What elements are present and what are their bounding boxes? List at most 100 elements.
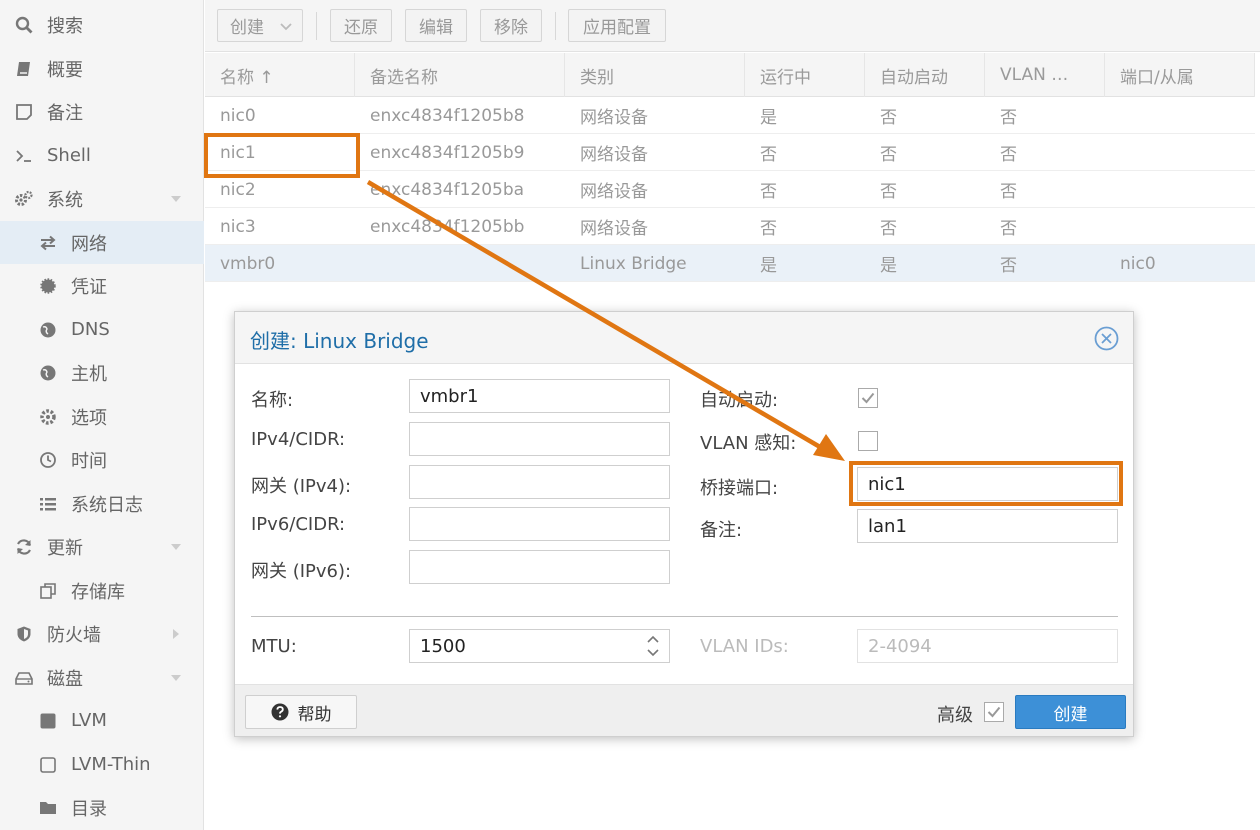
dialog-title-name: Linux Bridge bbox=[303, 329, 429, 353]
sidebar-item-certificates[interactable]: 凭证 bbox=[0, 264, 204, 307]
gears-icon bbox=[12, 189, 36, 209]
cell-ports bbox=[1105, 171, 1120, 208]
ipv6-input[interactable] bbox=[409, 507, 670, 541]
exchange-icon bbox=[36, 233, 60, 253]
create-menu-button[interactable]: 创建 bbox=[217, 9, 303, 42]
square-icon bbox=[36, 711, 60, 731]
cell-autostart: 否 bbox=[880, 145, 897, 165]
cell-ports bbox=[1105, 134, 1120, 171]
edit-button[interactable]: 编辑 bbox=[405, 9, 467, 42]
sidebar-item-label: 防火墙 bbox=[47, 624, 101, 646]
remove-button[interactable]: 移除 bbox=[480, 9, 542, 42]
sidebar-item-label: 磁盘 bbox=[47, 668, 83, 690]
create-button[interactable]: 创建 bbox=[1015, 695, 1126, 729]
name-input[interactable]: vmbr1 bbox=[409, 379, 670, 413]
vlan-aware-checkbox[interactable] bbox=[858, 431, 878, 451]
sidebar-item-summary[interactable]: 概要 bbox=[0, 47, 204, 90]
sidebar-item-label: 选项 bbox=[71, 407, 107, 429]
ipv4-input[interactable] bbox=[409, 422, 670, 456]
sidebar-item-dns[interactable]: DNS bbox=[0, 308, 204, 351]
toolbar: 创建 还原 编辑 移除 应用配置 bbox=[205, 0, 1260, 52]
vlan-ids-input[interactable]: 2-4094 bbox=[857, 629, 1118, 663]
table-row[interactable]: nic2 enxc4834f1205ba 网络设备否否否 bbox=[205, 171, 1255, 208]
table-row[interactable]: nic0 enxc4834f1205b8 网络设备 是 否 否 bbox=[205, 97, 1255, 134]
column-header-altname[interactable]: 备选名称 bbox=[355, 53, 565, 97]
column-header-autostart[interactable]: 自动启动 bbox=[865, 53, 985, 97]
note-icon bbox=[12, 102, 36, 122]
help-button[interactable]: 帮助 bbox=[245, 695, 357, 729]
sidebar-item-time[interactable]: 时间 bbox=[0, 438, 204, 481]
sidebar-item-label: LVM-Thin bbox=[71, 754, 151, 775]
sidebar-item-label: 概要 bbox=[47, 59, 83, 81]
column-header-ports[interactable]: 端口/从属 bbox=[1105, 53, 1255, 97]
chevron-down-icon bbox=[280, 23, 292, 31]
column-header-vlan[interactable]: VLAN … bbox=[985, 53, 1105, 97]
toolbar-separator bbox=[555, 12, 556, 40]
name-label: 名称: bbox=[251, 390, 294, 411]
sidebar-item-notes[interactable]: 备注 bbox=[0, 90, 204, 133]
sidebar-item-lvm-thin[interactable]: LVM-Thin bbox=[0, 743, 204, 786]
column-header-active[interactable]: 运行中 bbox=[745, 53, 865, 97]
cell-vlan: 否 bbox=[1000, 256, 1017, 276]
folder-icon bbox=[36, 798, 60, 818]
cell-name: vmbr0 bbox=[220, 253, 276, 274]
sidebar-item-directory[interactable]: 目录 bbox=[0, 786, 204, 829]
cell-vlan: 否 bbox=[1000, 182, 1017, 202]
cell-name: nic0 bbox=[220, 105, 256, 126]
column-header-type[interactable]: 类别 bbox=[565, 53, 745, 97]
cell-autostart: 否 bbox=[880, 108, 897, 128]
sidebar-item-updates[interactable]: 更新 bbox=[0, 525, 204, 568]
mtu-input[interactable]: 1500 bbox=[409, 629, 670, 663]
close-icon[interactable] bbox=[1094, 326, 1119, 351]
gateway-ipv4-label: 网关 (IPv4): bbox=[251, 476, 352, 497]
cell-type: Linux Bridge bbox=[580, 253, 687, 274]
sidebar-item-disks[interactable]: 磁盘 bbox=[0, 656, 204, 699]
sidebar-item-hosts[interactable]: 主机 bbox=[0, 351, 204, 394]
sidebar-item-shell[interactable]: Shell bbox=[0, 134, 204, 177]
cell-type: 网络设备 bbox=[580, 145, 648, 165]
help-label: 帮助 bbox=[297, 704, 332, 725]
sidebar-item-firewall[interactable]: 防火墙 bbox=[0, 612, 204, 655]
cell-type: 网络设备 bbox=[580, 219, 648, 239]
sidebar-item-syslog[interactable]: 系统日志 bbox=[0, 482, 204, 525]
grid-header: 名称 ↑ 备选名称 类别 运行中 自动启动 VLAN … 端口/从属 bbox=[205, 53, 1255, 97]
sidebar-item-system[interactable]: 系统 bbox=[0, 177, 204, 220]
gear-icon bbox=[36, 407, 60, 427]
sidebar-item-options[interactable]: 选项 bbox=[0, 395, 204, 438]
dialog-header: 创建: Linux Bridge bbox=[235, 312, 1133, 364]
advanced-checkbox[interactable] bbox=[984, 702, 1004, 722]
cell-altname: enxc4834f1205b9 bbox=[370, 142, 525, 163]
highlight-nic1-row bbox=[204, 133, 360, 178]
table-row[interactable]: vmbr0 Linux Bridge 是 是 否 nic0 bbox=[205, 245, 1255, 282]
apply-config-button[interactable]: 应用配置 bbox=[568, 9, 666, 42]
cell-type: 网络设备 bbox=[580, 108, 648, 128]
cell-autostart: 否 bbox=[880, 219, 897, 239]
sidebar-item-lvm[interactable]: LVM bbox=[0, 699, 204, 742]
highlight-bridge-ports bbox=[849, 461, 1123, 506]
spinner-arrows-icon[interactable] bbox=[647, 634, 659, 658]
vlan-ids-label: VLAN IDs: bbox=[700, 636, 789, 657]
sidebar-item-label: 目录 bbox=[71, 798, 107, 820]
cell-vlan: 否 bbox=[1000, 145, 1017, 165]
table-row[interactable]: nic1 enxc4834f1205b9 网络设备否否否 bbox=[205, 134, 1255, 171]
gateway-ipv6-input[interactable] bbox=[409, 550, 670, 584]
autostart-checkbox[interactable] bbox=[858, 388, 878, 408]
sidebar-item-label: Shell bbox=[47, 145, 91, 166]
column-header-name[interactable]: 名称 ↑ bbox=[205, 53, 355, 97]
cell-active: 是 bbox=[760, 256, 777, 276]
mtu-value: 1500 bbox=[420, 635, 466, 657]
cell-ports: nic0 bbox=[1120, 253, 1156, 274]
table-row[interactable]: nic3 enxc4834f1205bb 网络设备 否 否 否 bbox=[205, 208, 1255, 245]
caret-right-icon bbox=[173, 629, 179, 639]
gateway-ipv4-input[interactable] bbox=[409, 465, 670, 499]
comment-input[interactable]: lan1 bbox=[857, 509, 1118, 543]
sidebar-item-search[interactable]: 搜索 bbox=[0, 3, 204, 46]
comment-label: 备注: bbox=[700, 520, 743, 541]
copy-icon bbox=[36, 581, 60, 601]
cell-altname: enxc4834f1205ba bbox=[370, 179, 525, 200]
sidebar-item-network[interactable]: 网络 bbox=[0, 221, 204, 264]
sidebar-item-label: 搜索 bbox=[47, 15, 83, 37]
sidebar-item-repositories[interactable]: 存储库 bbox=[0, 569, 204, 612]
revert-button[interactable]: 还原 bbox=[330, 9, 392, 42]
sidebar-item-label: DNS bbox=[71, 319, 110, 340]
